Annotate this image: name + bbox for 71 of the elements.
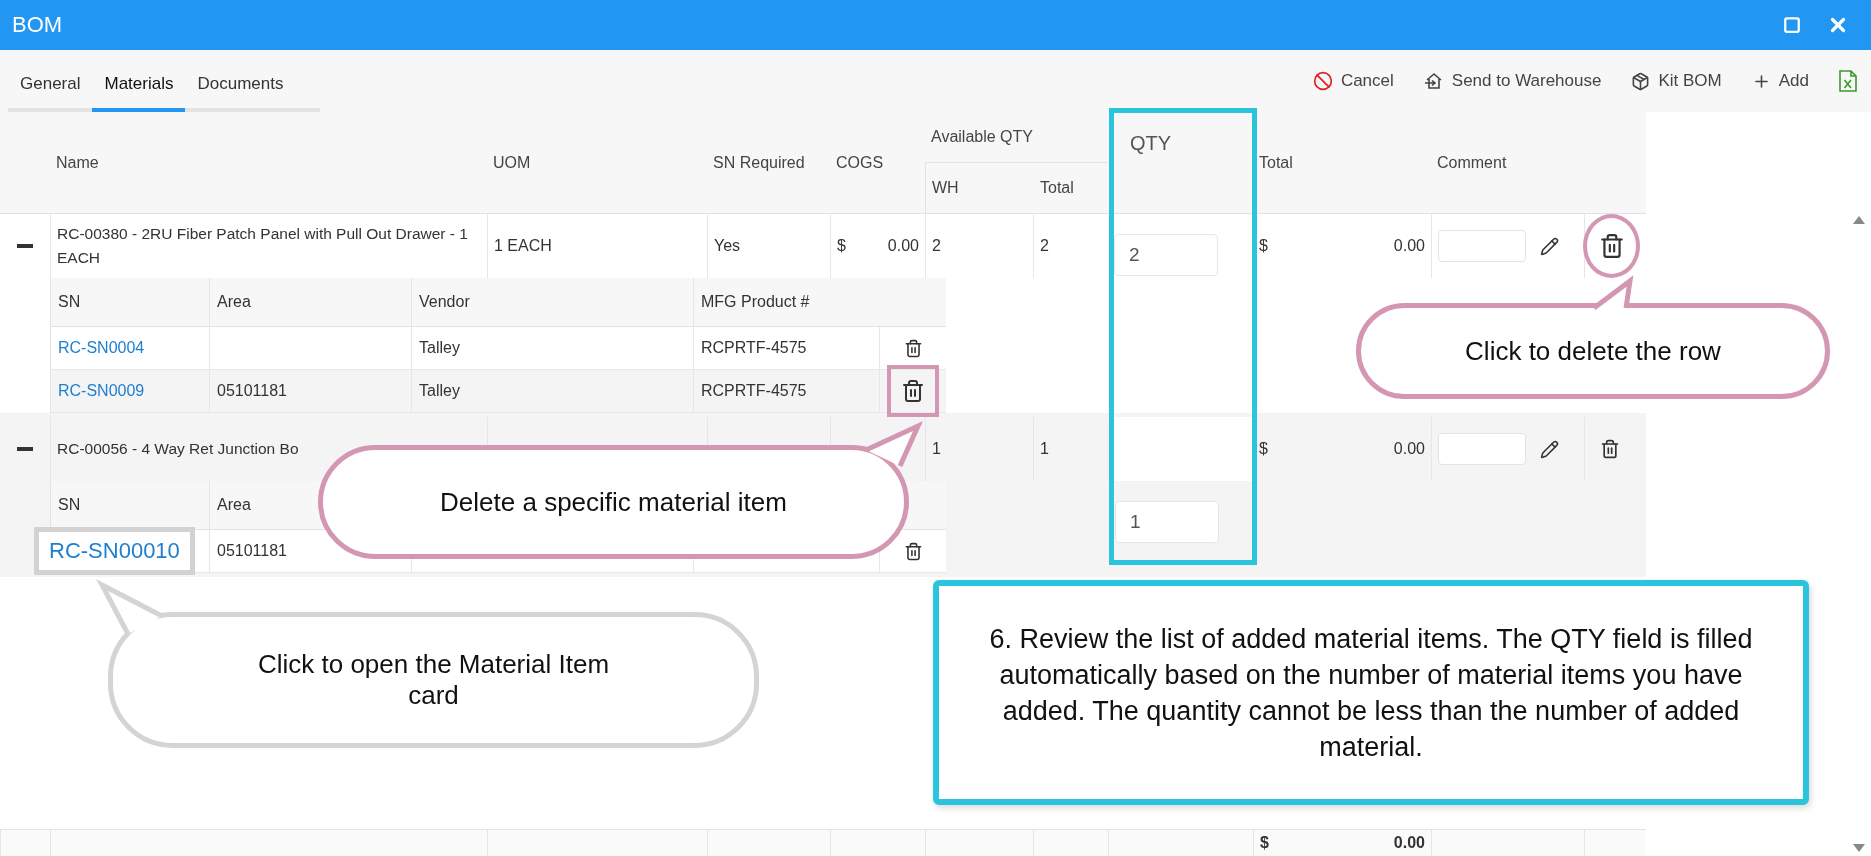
footer-currency: $ (1260, 834, 1269, 852)
column-header: Comment (1437, 153, 1507, 172)
callout-text: Delete a specific material item (439, 486, 788, 518)
available-total: 1 (1040, 440, 1049, 458)
scroll-up-icon[interactable] (1853, 216, 1865, 224)
material-name: RC-00056 - 4 Way Ret Junction Bo (57, 439, 299, 459)
mfg-product-value: RCPRTF-4575 (701, 382, 807, 400)
trash-icon (901, 379, 925, 403)
serial-number-link[interactable]: RC-SN0009 (58, 382, 145, 400)
column-header: Total (1259, 153, 1293, 172)
scroll-down-icon[interactable] (1853, 844, 1865, 852)
column-header: SN Required (713, 153, 805, 172)
pencil-icon[interactable] (1540, 439, 1559, 459)
total-value: 0.00 (1393, 237, 1425, 255)
spreadsheet-icon[interactable] (1839, 70, 1857, 92)
delete-button[interactable] (887, 365, 939, 417)
callout-text: 6. Review the list of added material items. The QTY field is filled automatically based on the number of material items you have added. The quantity cannot be less than the number of added material. (988, 622, 1754, 764)
cogs-value: 0.00 (887, 237, 919, 255)
tab[interactable]: General (8, 64, 93, 112)
currency-sign: $ (837, 237, 846, 255)
area-value: 05101181 (217, 382, 287, 400)
qty-field[interactable]: 2 (1114, 234, 1218, 276)
currency-sign: $ (1259, 440, 1268, 458)
vendor-value: Talley (419, 339, 460, 357)
tab[interactable]: Documents (185, 64, 296, 112)
detail-column-header: Area (217, 293, 251, 311)
window-title: BOM (12, 12, 64, 38)
toolbar-button[interactable]: Kit BOM (1631, 71, 1722, 91)
column-header: WH (932, 179, 959, 197)
column-header: Name (56, 153, 99, 172)
footer-total: 0.00 (1393, 834, 1425, 852)
detail-column-header: MFG Product # (701, 293, 810, 311)
detail-column-header: SN (58, 496, 81, 514)
vendor-value: Talley (419, 382, 460, 400)
column-header: Total (1040, 179, 1074, 197)
send-to-warehouse-icon (1423, 72, 1444, 90)
currency-sign: $ (1259, 237, 1268, 255)
detail-column-header: SN (58, 293, 81, 311)
column-header: UOM (493, 153, 531, 172)
material-name: RC-00380 - 2RU Fiber Patch Panel with Pull Out Drawer - 1 EACH (57, 224, 469, 268)
uom-value: 1 EACH (494, 237, 552, 255)
callout-text: Click to delete the row (1464, 335, 1722, 367)
area-value: 05101181 (217, 542, 287, 560)
serial-number-link[interactable]: RC-SN00010 (34, 527, 195, 575)
mfg-product-value: RCPRTF-4575 (701, 339, 807, 357)
detail-column-header: Area (217, 496, 251, 514)
maximize-icon[interactable] (1783, 16, 1801, 34)
sn-required-value: Yes (714, 237, 741, 255)
comment-field[interactable] (1438, 433, 1526, 465)
comment-field[interactable] (1438, 230, 1526, 262)
trash-icon (1598, 233, 1625, 259)
available-total: 2 (1040, 237, 1049, 255)
detail-column-header: Vendor (419, 293, 470, 311)
column-header: Available QTY (931, 128, 1033, 146)
callout-text: Click to open the Material Item card (256, 649, 611, 711)
column-header: COGS (836, 153, 884, 172)
serial-number-link[interactable]: RC-SN0004 (58, 339, 145, 357)
cancel-icon (1312, 71, 1333, 91)
pencil-icon[interactable] (1540, 236, 1559, 256)
trash-icon (903, 338, 923, 358)
wh-qty: 1 (932, 440, 941, 458)
column-header: QTY (1130, 132, 1172, 155)
total-value: 0.00 (1393, 440, 1425, 458)
trash-icon (1600, 439, 1620, 459)
box-icon (1631, 71, 1651, 91)
trash-icon (903, 541, 923, 561)
wh-qty: 2 (932, 237, 941, 255)
toolbar-button[interactable]: Add (1751, 71, 1809, 91)
toolbar-button[interactable]: Cancel (1312, 71, 1394, 91)
qty-field[interactable]: 1 (1115, 501, 1219, 543)
toolbar-button[interactable]: Send to Warehouse (1423, 71, 1602, 91)
